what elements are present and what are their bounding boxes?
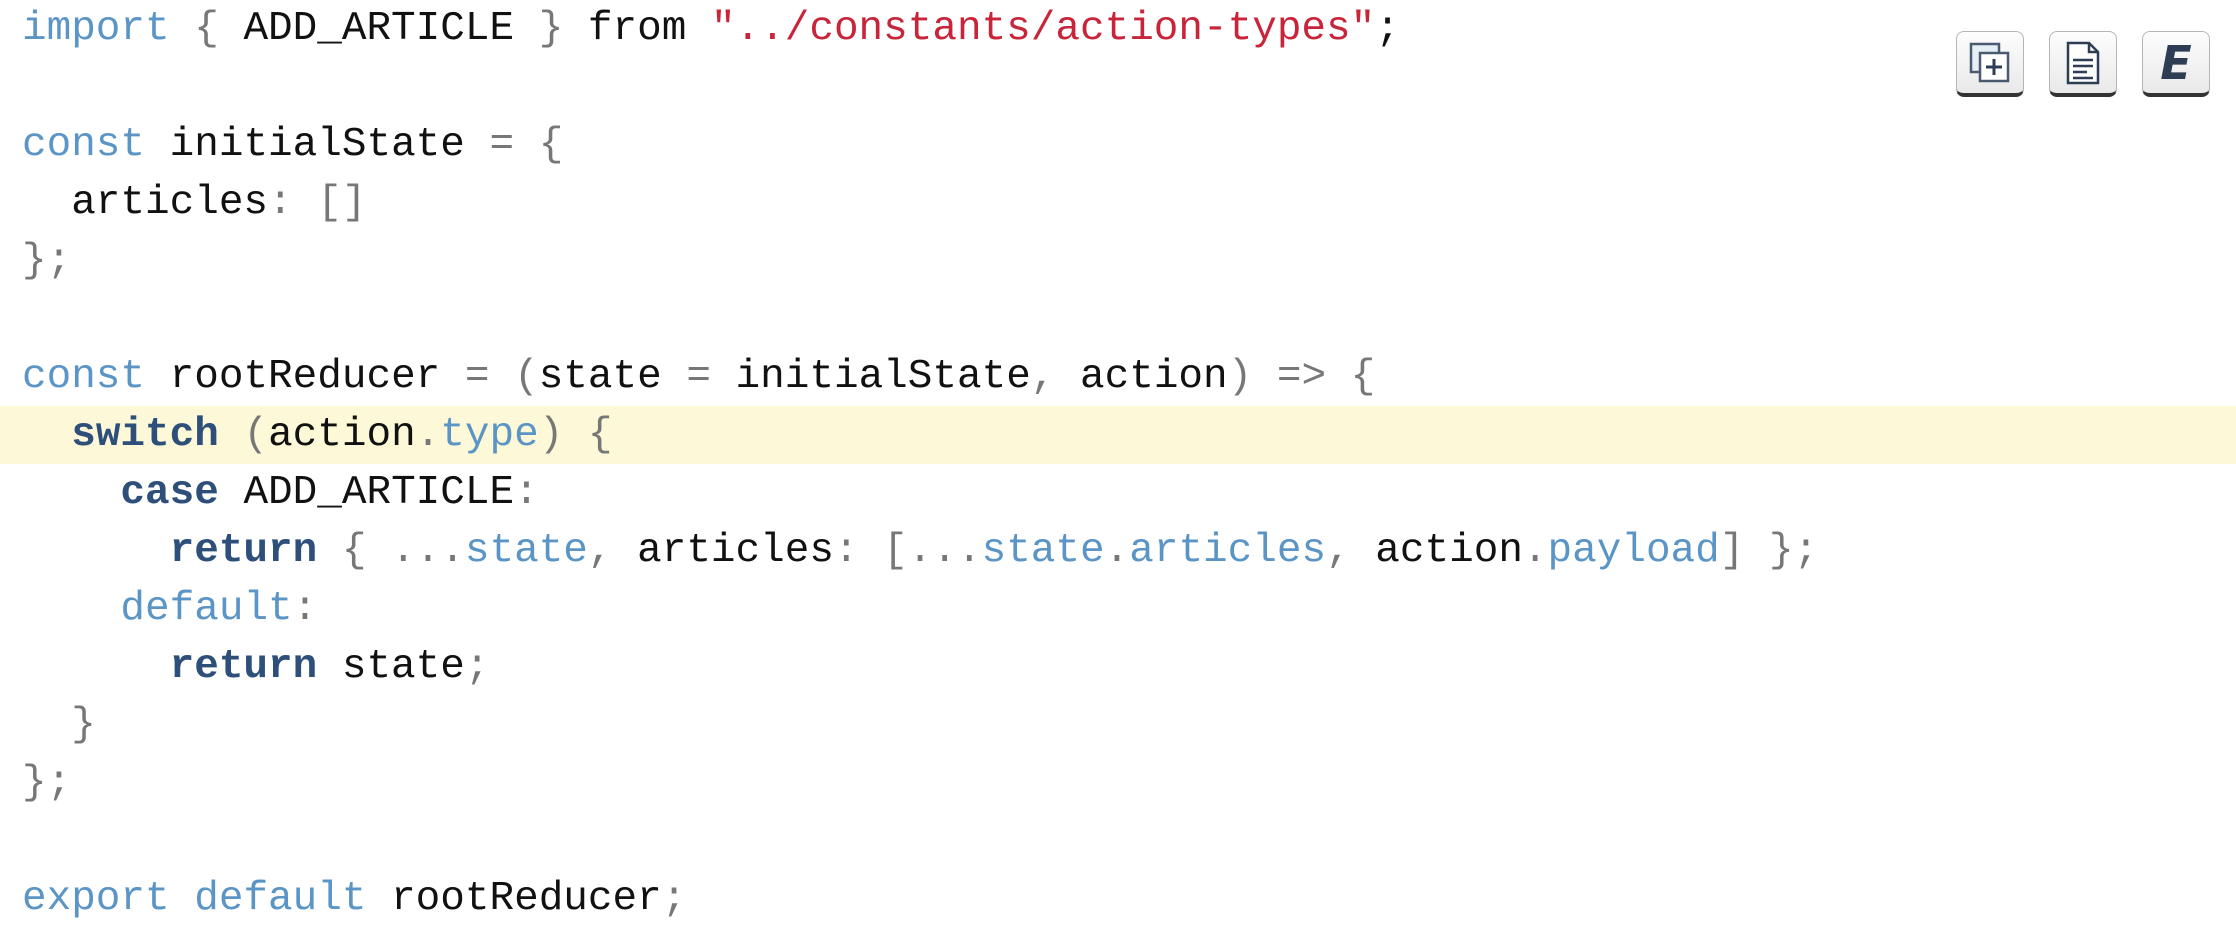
punctuation: }; [22, 760, 72, 806]
keyword: export [22, 876, 170, 922]
punctuation [170, 876, 195, 922]
punctuation: : [292, 586, 318, 632]
keyword-bold: return [169, 528, 318, 574]
punctuation: ) => { [1227, 354, 1376, 400]
identifier: state [538, 354, 662, 400]
punctuation: = [661, 354, 736, 400]
keyword: import [22, 6, 170, 52]
identifier: initialState [145, 122, 490, 168]
code-line-7: const rootReducer = (state = initialStat… [0, 348, 2236, 406]
punctuation: { ... [317, 528, 465, 574]
code-line-5: }; [0, 232, 2236, 290]
property: payload [1547, 528, 1720, 574]
identifier: action [1375, 528, 1523, 574]
identifier: rootReducer [145, 354, 465, 400]
keyword: default [194, 876, 367, 922]
punctuation: } [22, 702, 96, 748]
punctuation: , [1030, 354, 1081, 400]
punctuation: . [415, 412, 441, 458]
identifier: initialState [735, 354, 1031, 400]
property: state [981, 528, 1105, 574]
punctuation: ) { [538, 412, 613, 458]
code-line-10: return { ...state, articles: [...state.a… [0, 522, 2236, 580]
punctuation: { [169, 6, 244, 52]
punctuation: ; [464, 644, 490, 690]
code-line-12: return state; [0, 638, 2236, 696]
keyword: const [22, 354, 146, 400]
identifier: ADD_ARTICLE [218, 470, 515, 516]
punctuation: ; [1375, 6, 1400, 52]
add-snippet-icon [1969, 42, 2010, 82]
keyword-bold: case [120, 470, 219, 516]
code-line-3: const initialState = { [0, 116, 2236, 174]
code-line-16: export default rootReducer; [0, 870, 2236, 928]
string-literal: "../constants/action-types" [710, 6, 1376, 52]
property: articles [1129, 528, 1327, 574]
code-line-1: import { ADD_ARTICLE } from "../constant… [0, 0, 2236, 58]
code-line-9: case ADD_ARTICLE: [0, 464, 2236, 522]
punctuation: . [1522, 528, 1548, 574]
code-toolbar: E [1956, 31, 2210, 97]
keyword-bold: switch [71, 412, 219, 458]
code-line-13: } [0, 696, 2236, 754]
punctuation: , [1326, 528, 1376, 574]
identifier: state [317, 644, 465, 690]
punctuation: ; [661, 876, 687, 922]
property: state [464, 528, 588, 574]
add-snippet-button[interactable] [1956, 31, 2024, 97]
code-line-8-highlighted: switch (action.type) { [0, 406, 2236, 464]
punctuation: ( [218, 412, 269, 458]
property: type [440, 412, 539, 458]
code-block: import { ADD_ARTICLE } from "../constant… [0, 0, 2236, 928]
identifier: articles [637, 528, 834, 574]
keyword-bold: return [169, 644, 318, 690]
view-source-button[interactable] [2049, 31, 2117, 97]
identifier: ADD_ARTICLE [243, 6, 515, 52]
punctuation: : [514, 470, 539, 516]
document-icon [2066, 41, 2100, 84]
expand-icon: E [2160, 35, 2192, 90]
keyword: default [120, 586, 293, 632]
punctuation: ] }; [1719, 528, 1819, 574]
code-line-11: default: [0, 580, 2236, 638]
identifier: action [268, 412, 416, 458]
punctuation: = ( [464, 354, 539, 400]
punctuation: : [] [268, 180, 367, 226]
punctuation: : [... [833, 528, 982, 574]
punctuation: . [1104, 528, 1130, 574]
identifier: rootReducer [366, 876, 662, 922]
expand-button[interactable]: E [2142, 31, 2210, 97]
punctuation [686, 6, 711, 52]
punctuation: }; [22, 238, 72, 284]
punctuation: = { [489, 122, 564, 168]
identifier: action [1080, 354, 1228, 400]
keyword: const [22, 122, 146, 168]
punctuation: , [587, 528, 638, 574]
punctuation: } [514, 6, 588, 52]
identifier: articles [22, 180, 269, 226]
identifier: from [587, 6, 687, 52]
code-line-4: articles: [] [0, 174, 2236, 232]
code-line-14: }; [0, 754, 2236, 812]
